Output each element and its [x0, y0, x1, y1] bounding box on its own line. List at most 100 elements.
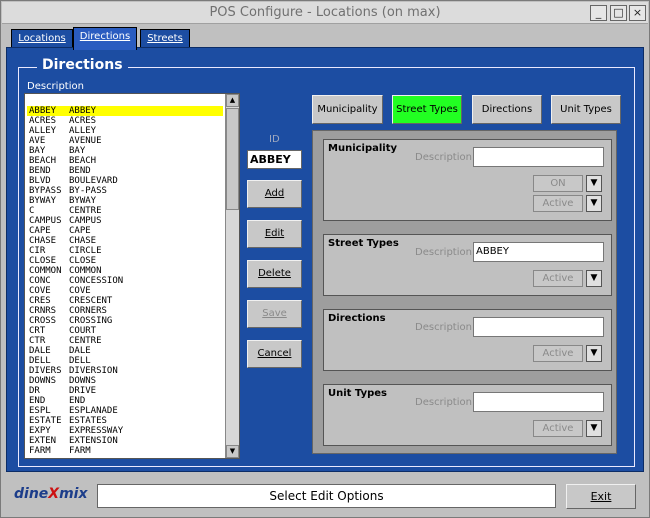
unit-types-title: Unit Types [328, 388, 387, 399]
list-item-name: CRESCENT [69, 296, 113, 306]
edit-button[interactable]: Edit [247, 220, 302, 248]
list-item-name: ABBEY [69, 106, 97, 116]
unit-types-active-dropdown[interactable]: Active [533, 420, 583, 437]
title-bar: POS Configure - Locations (on max) _ □ × [2, 2, 648, 24]
municipality-active-dropdown[interactable]: Active [533, 195, 583, 212]
list-item[interactable]: COVE COVE [27, 286, 223, 296]
municipality-description-label: Description [415, 152, 472, 163]
directions-active-dropdown[interactable]: Active [533, 345, 583, 362]
list-item-name: EXTENSION [69, 436, 118, 446]
list-item[interactable]: CRT COURT [27, 326, 223, 336]
list-item[interactable]: EXPY EXPRESSWAY [27, 426, 223, 436]
directions-list[interactable]: ABBEY ABBEY ACRES ACRES ALLEY ALLEY AVE AVENUE B… [24, 93, 240, 459]
list-item[interactable]: COMMON COMMON [27, 266, 223, 276]
directions-panel: Directions Description ABBEY ABBEY ACRES AC… [6, 47, 644, 472]
list-item[interactable]: CRNRS CORNERS [27, 306, 223, 316]
list-item[interactable]: DALE DALE [27, 346, 223, 356]
list-item[interactable]: ESTATE ESTATES [27, 416, 223, 426]
list-item[interactable]: CONC CONCESSION [27, 276, 223, 286]
scroll-down-icon[interactable]: ▼ [226, 445, 239, 458]
scroll-up-icon[interactable]: ▲ [226, 94, 239, 107]
maximize-button[interactable]: □ [610, 5, 627, 21]
tab-locations[interactable]: Locations [11, 29, 73, 49]
list-item-code: FARM [29, 446, 51, 456]
list-item[interactable]: CAMPUS CAMPUS [27, 216, 223, 226]
list-item[interactable]: DELL DELL [27, 356, 223, 366]
list-item[interactable]: ALLEY ALLEY [27, 126, 223, 136]
save-button[interactable]: Save [247, 300, 302, 328]
directions-chevron-down-icon[interactable]: ▼ [586, 345, 602, 362]
status-message: Select Edit Options [97, 484, 556, 508]
add-button[interactable]: Add [247, 180, 302, 208]
list-item-name: DALE [69, 346, 91, 356]
municipality-description-field[interactable] [473, 147, 604, 167]
list-item-name: BOULEVARD [69, 176, 118, 186]
list-item[interactable]: ABBEY ABBEY [27, 106, 223, 116]
list-item[interactable]: DR DRIVE [27, 386, 223, 396]
list-item-name: CONCESSION [69, 276, 124, 286]
cancel-button[interactable]: Cancel [247, 340, 302, 368]
list-item[interactable]: CAPE CAPE [27, 226, 223, 236]
tab-directions[interactable]: Directions [73, 27, 137, 50]
list-item[interactable]: CIR CIRCLE [27, 246, 223, 256]
category-box: Municipality Description ON ▼ Active ▼ S… [312, 130, 617, 454]
street-types-section: Street Types Description ABBEY Active ▼ [323, 234, 612, 296]
unit-types-description-label: Description [415, 397, 472, 408]
list-item-name: BAY [69, 146, 86, 156]
list-item[interactable]: CTR CENTRE [27, 336, 223, 346]
directions-description-field[interactable] [473, 317, 604, 337]
street-types-chevron-down-icon[interactable]: ▼ [586, 270, 602, 287]
list-item-name: AVENUE [69, 136, 102, 146]
tab-streets[interactable]: Streets [140, 29, 190, 49]
delete-button[interactable]: Delete [247, 260, 302, 288]
list-item[interactable]: AVE AVENUE [27, 136, 223, 146]
list-item-name: CIRCLE [69, 246, 102, 256]
list-item[interactable]: ESPL ESPLANADE [27, 406, 223, 416]
list-item[interactable]: BYPASS BY-PASS [27, 186, 223, 196]
list-item[interactable]: DOWNS DOWNS [27, 376, 223, 386]
list-item-name: ACRES [69, 116, 97, 126]
list-item[interactable]: BLVD BOULEVARD [27, 176, 223, 186]
close-button[interactable]: × [629, 5, 646, 21]
list-item[interactable]: ACRES ACRES [27, 116, 223, 126]
list-item-code: DELL [29, 356, 51, 366]
list-item-name: ESPLANADE [69, 406, 118, 416]
list-item[interactable]: BAY BAY [27, 146, 223, 156]
id-field[interactable]: ABBEY [247, 150, 302, 169]
list-item[interactable]: CROSS CROSSING [27, 316, 223, 326]
unit-types-chevron-down-icon[interactable]: ▼ [586, 420, 602, 437]
list-item-code: C [29, 206, 35, 216]
list-item[interactable]: C CENTRE [27, 206, 223, 216]
unit-types-button[interactable]: Unit Types [551, 95, 621, 124]
unit-types-description-field[interactable] [473, 392, 604, 412]
list-item-code: CLOSE [29, 256, 57, 266]
list-item[interactable]: CHASE CHASE [27, 236, 223, 246]
list-item[interactable]: EXTEN EXTENSION [27, 436, 223, 446]
list-item[interactable]: CRES CRESCENT [27, 296, 223, 306]
list-item[interactable]: END END [27, 396, 223, 406]
list-item[interactable]: BYWAY BYWAY [27, 196, 223, 206]
exit-button[interactable]: Exit [566, 484, 636, 509]
street-types-description-field[interactable]: ABBEY [473, 242, 604, 262]
street-types-active-dropdown[interactable]: Active [533, 270, 583, 287]
list-item-code: CRT [29, 326, 46, 336]
municipality-button[interactable]: Municipality [312, 95, 383, 124]
scroll-thumb[interactable] [226, 108, 239, 210]
minimize-button[interactable]: _ [590, 5, 607, 21]
list-item[interactable]: BEACH BEACH [27, 156, 223, 166]
list-item[interactable]: BEND BEND [27, 166, 223, 176]
street-types-description-label: Description [415, 247, 472, 258]
dinexmix-logo: dineXmix [14, 486, 88, 502]
list-scrollbar[interactable]: ▲ ▼ [225, 94, 239, 458]
list-item[interactable]: CLOSE CLOSE [27, 256, 223, 266]
street-types-button[interactable]: Street Types [392, 95, 462, 124]
list-item[interactable]: FARM FARM [27, 446, 223, 456]
list-item-code: CHASE [29, 236, 57, 246]
list-item-name: CENTRE [69, 206, 102, 216]
list-item[interactable]: DIVERS DIVERSION [27, 366, 223, 376]
directions-button[interactable]: Directions [472, 95, 542, 124]
window-title: POS Configure - Locations (on max) [209, 5, 441, 20]
municipality-active-chevron-down-icon[interactable]: ▼ [586, 195, 602, 212]
municipality-on-chevron-down-icon[interactable]: ▼ [586, 175, 602, 192]
municipality-on-dropdown[interactable]: ON [533, 175, 583, 192]
